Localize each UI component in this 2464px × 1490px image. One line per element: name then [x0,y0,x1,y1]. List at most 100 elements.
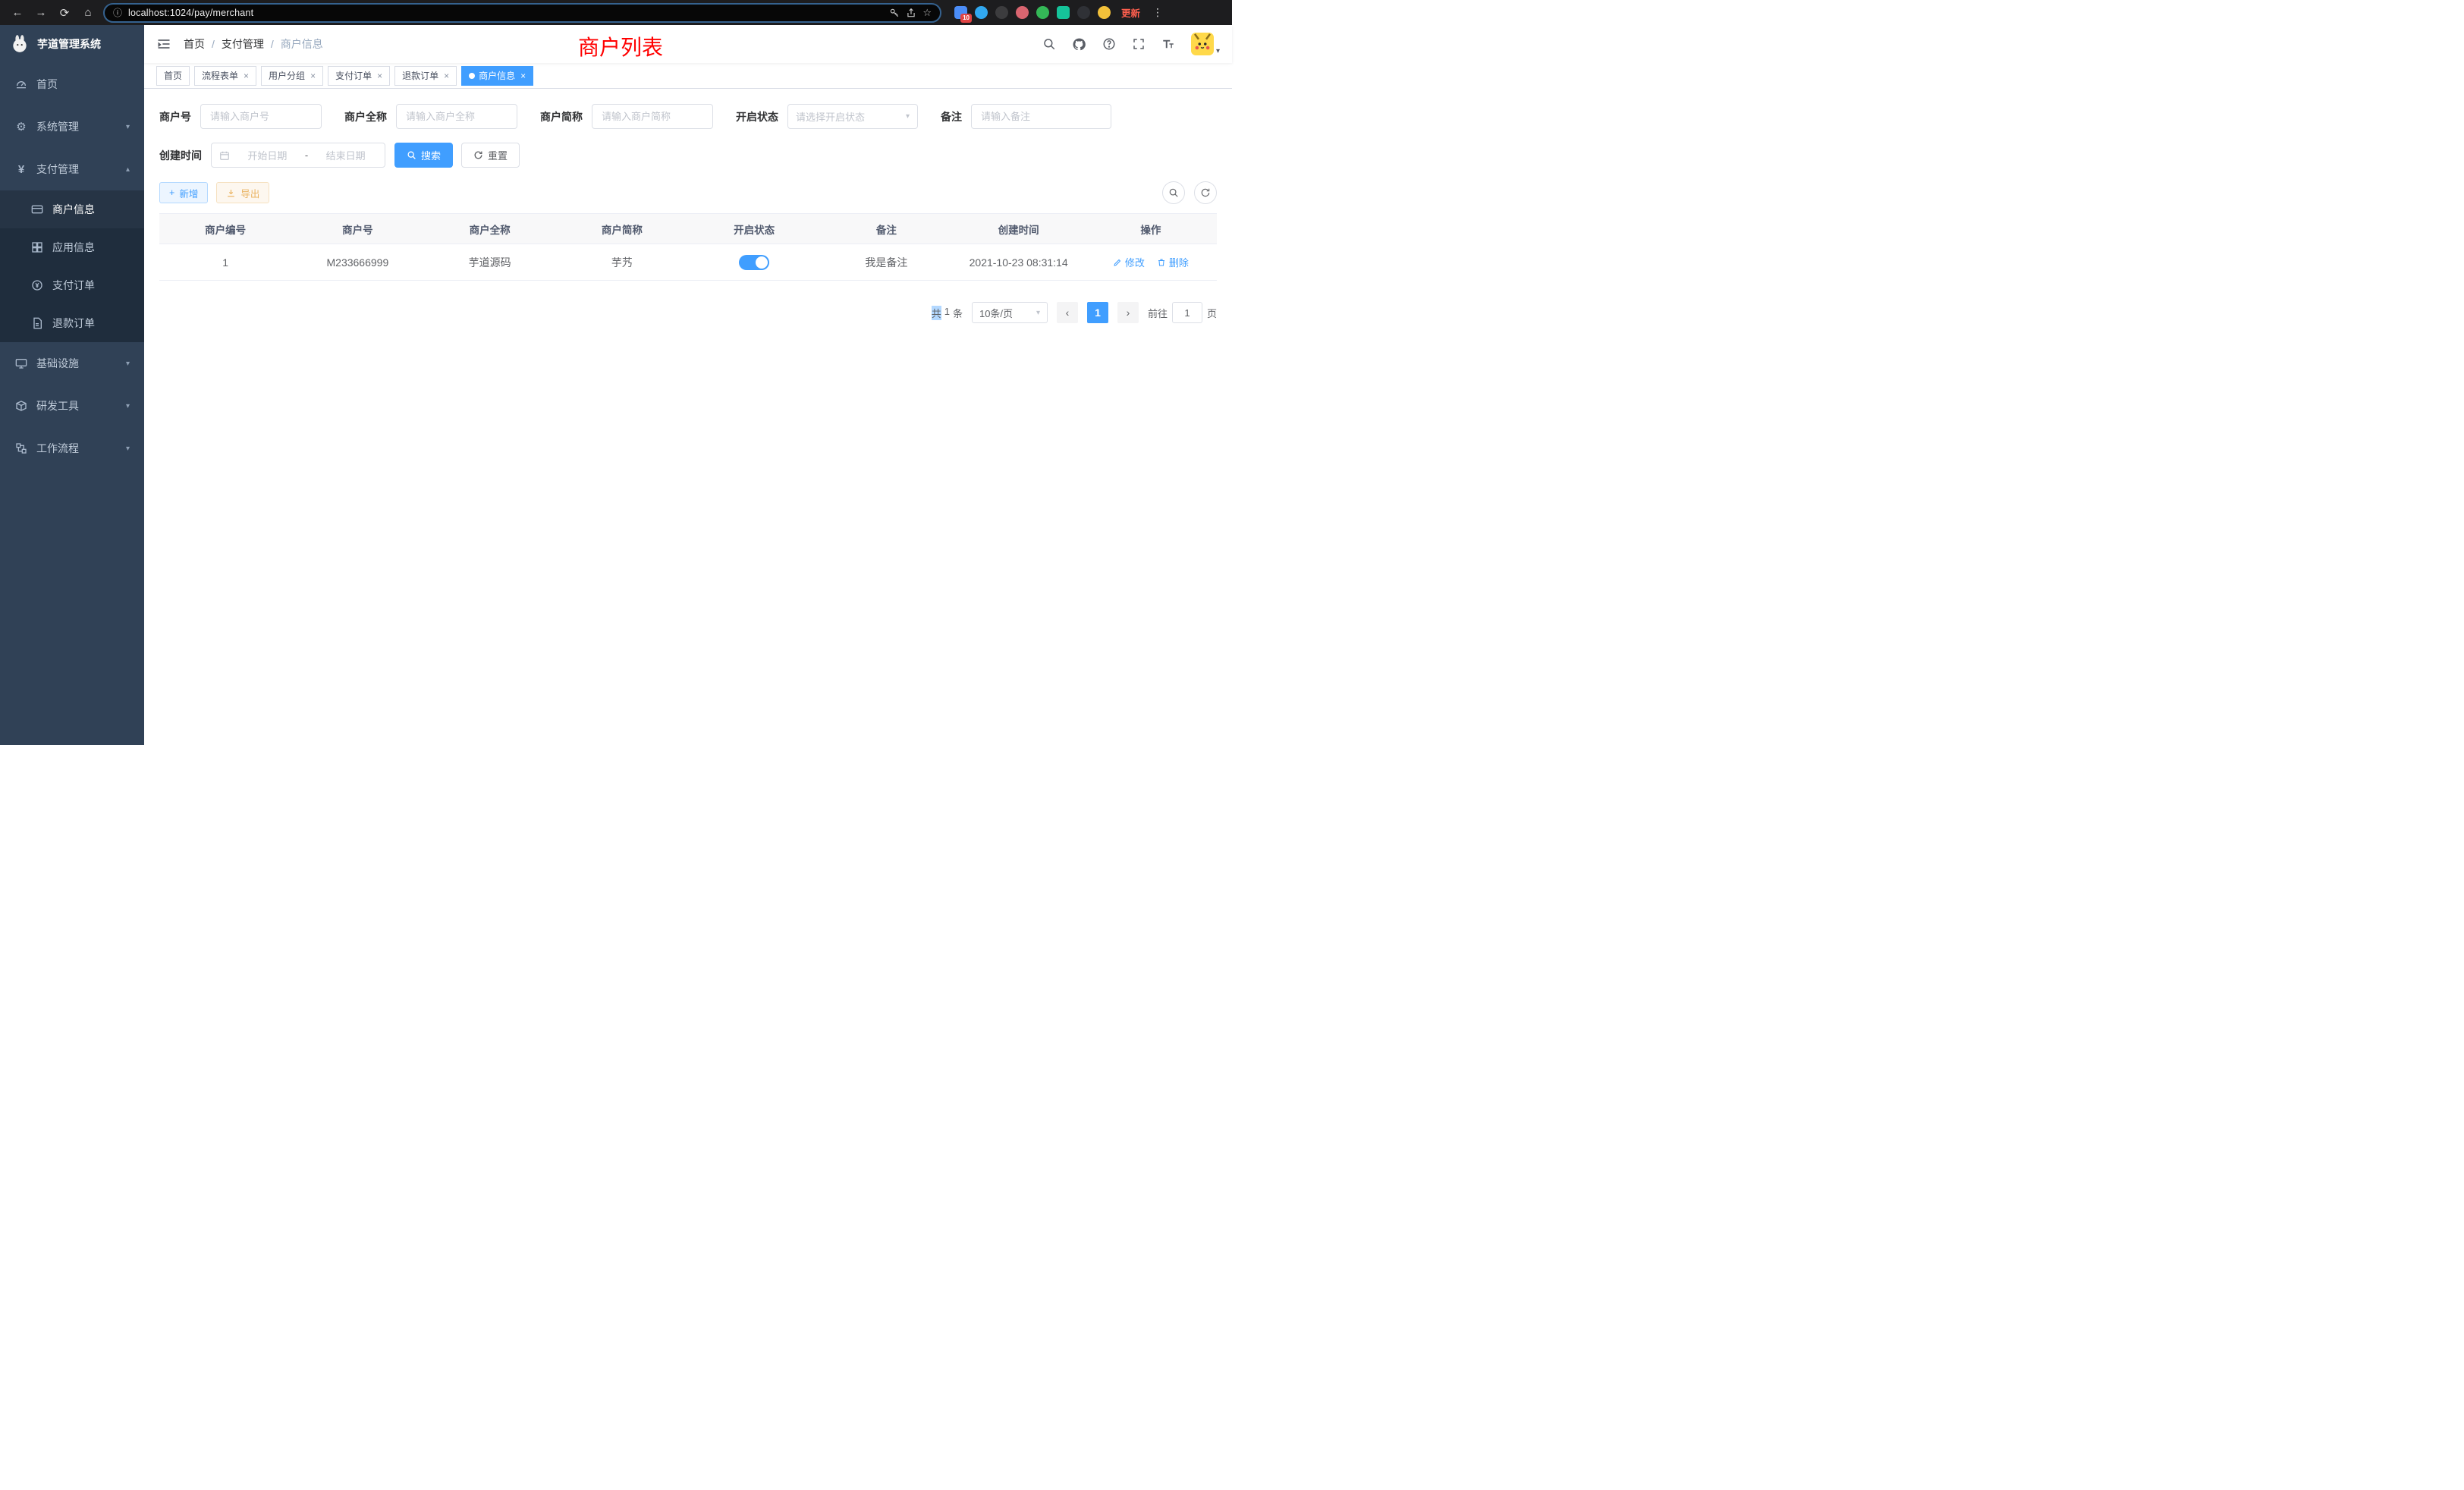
short-name-input[interactable] [592,104,713,129]
tab-label: 首页 [164,69,182,82]
status-select[interactable]: 请选择开启状态 ▾ [787,104,918,129]
monitor-icon [14,357,28,369]
app-logo[interactable]: 芋道管理系统 [0,25,144,63]
chevron-down-icon: ▾ [126,360,130,368]
sidebar-item-payment[interactable]: ¥ 支付管理 ▴ [0,148,144,190]
col-header-full-name: 商户全称 [424,222,556,237]
close-icon[interactable]: × [377,71,382,81]
sidebar-item-workflow[interactable]: 工作流程 ▾ [0,427,144,470]
next-page-button[interactable]: › [1117,302,1139,323]
breadcrumb-payment[interactable]: 支付管理 [222,36,264,52]
full-name-input[interactable] [396,104,517,129]
refresh-icon [473,150,483,160]
tab-pay-order[interactable]: 支付订单 × [328,66,390,86]
pagination-total: 共 1 条 [932,306,963,320]
fullscreen-icon[interactable] [1132,37,1146,51]
prev-page-button[interactable]: ‹ [1057,302,1078,323]
browser-update-button[interactable]: 更新 [1121,5,1140,20]
sidebar-item-system[interactable]: ⚙ 系统管理 ▾ [0,105,144,148]
font-size-icon[interactable] [1161,37,1175,51]
goto-page-input[interactable] [1172,302,1202,323]
total-prefix: 共 [932,306,941,320]
page-size-value: 10条/页 [979,306,1013,320]
edit-link[interactable]: 修改 [1113,255,1145,269]
caret-down-icon: ▾ [906,112,910,121]
sidebar-item-dev-tools[interactable]: 研发工具 ▾ [0,385,144,427]
reset-button[interactable]: 重置 [461,143,520,168]
total-count: 1 [944,306,950,320]
filter-row-2: 创建时间 开始日期 - 结束日期 搜索 [159,143,1217,168]
close-icon[interactable]: × [520,71,526,81]
tab-merchant-info[interactable]: 商户信息 × [461,66,533,86]
extension-icon[interactable] [1077,6,1090,19]
address-bar[interactable]: ⓘ localhost:1024/pay/merchant ☆ [103,3,941,23]
grid-icon [30,241,44,253]
browser-menu-icon[interactable]: ⋮ [1151,6,1164,19]
close-icon[interactable]: × [444,71,449,81]
page-1-button[interactable]: 1 [1087,302,1108,323]
breadcrumb-current: 商户信息 [281,36,323,52]
chevron-up-icon: ▴ [126,165,130,174]
sidebar-toggle-icon[interactable] [156,36,171,52]
sidebar-item-infrastructure[interactable]: 基础设施 ▾ [0,342,144,385]
edit-pencil-icon [1113,258,1122,267]
sidebar-item-home[interactable]: 首页 [0,63,144,105]
help-icon[interactable] [1102,37,1116,51]
browser-reload-button[interactable]: ⟳ [56,5,73,21]
tab-home[interactable]: 首页 [156,66,190,86]
tab-user-group[interactable]: 用户分组 × [261,66,323,86]
delete-link[interactable]: 删除 [1157,255,1189,269]
status-toggle[interactable] [739,255,769,270]
dashboard-icon [14,78,28,90]
breadcrumb-separator: / [271,38,274,50]
cell-create-time: 2021-10-23 08:31:14 [953,256,1085,269]
sidebar-item-refund-order[interactable]: 退款订单 [0,304,144,342]
total-suffix: 条 [953,306,963,320]
site-info-icon[interactable]: ⓘ [113,6,122,19]
reset-button-label: 重置 [488,148,508,162]
tab-process-form[interactable]: 流程表单 × [194,66,256,86]
browser-forward-button[interactable]: → [33,5,49,21]
password-key-icon[interactable] [889,8,900,18]
extension-icon[interactable] [975,6,988,19]
browser-back-button[interactable]: ← [9,5,26,21]
sidebar-item-merchant-info[interactable]: 商户信息 [0,190,144,228]
end-date-placeholder: 结束日期 [314,148,377,162]
browser-profile-avatar[interactable] [1098,6,1111,19]
sidebar-item-app-info[interactable]: 应用信息 [0,228,144,266]
user-avatar[interactable]: ▾ [1191,33,1220,55]
cell-merchant-id: 1 [159,256,291,269]
tab-refund-order[interactable]: 退款订单 × [394,66,457,86]
show-search-button[interactable] [1162,181,1185,204]
extension-icon[interactable]: 10 [954,6,967,19]
breadcrumb-home[interactable]: 首页 [184,36,205,52]
page-size-select[interactable]: 10条/页 ▾ [972,302,1048,323]
tab-label: 退款订单 [402,69,438,82]
search-icon[interactable] [1042,37,1056,51]
chevron-down-icon: ▾ [126,445,130,453]
extension-icon[interactable] [1036,6,1049,19]
close-icon[interactable]: × [244,71,249,81]
extension-icon[interactable] [1057,6,1070,19]
github-icon[interactable] [1072,37,1086,52]
workflow-icon [14,442,28,454]
cell-merchant-no: M233666999 [291,256,423,269]
bookmark-star-icon[interactable]: ☆ [922,7,932,19]
merchant-no-input[interactable] [200,104,322,129]
sidebar-item-pay-order[interactable]: 支付订单 [0,266,144,304]
card-icon [30,203,44,215]
plus-icon: + [169,187,174,198]
create-time-range-picker[interactable]: 开始日期 - 结束日期 [211,143,385,168]
extension-icon[interactable] [995,6,1008,19]
sidebar-item-label: 支付管理 [36,162,79,177]
remark-input[interactable] [971,104,1111,129]
export-button[interactable]: 导出 [216,182,269,203]
close-icon[interactable]: × [310,71,316,81]
refresh-table-button[interactable] [1194,181,1217,204]
browser-home-button[interactable]: ⌂ [80,5,96,21]
add-button[interactable]: + 新增 [159,182,208,203]
share-icon[interactable] [906,8,916,18]
edit-link-label: 修改 [1125,255,1145,269]
search-button[interactable]: 搜索 [394,143,453,168]
extension-icon[interactable] [1016,6,1029,19]
